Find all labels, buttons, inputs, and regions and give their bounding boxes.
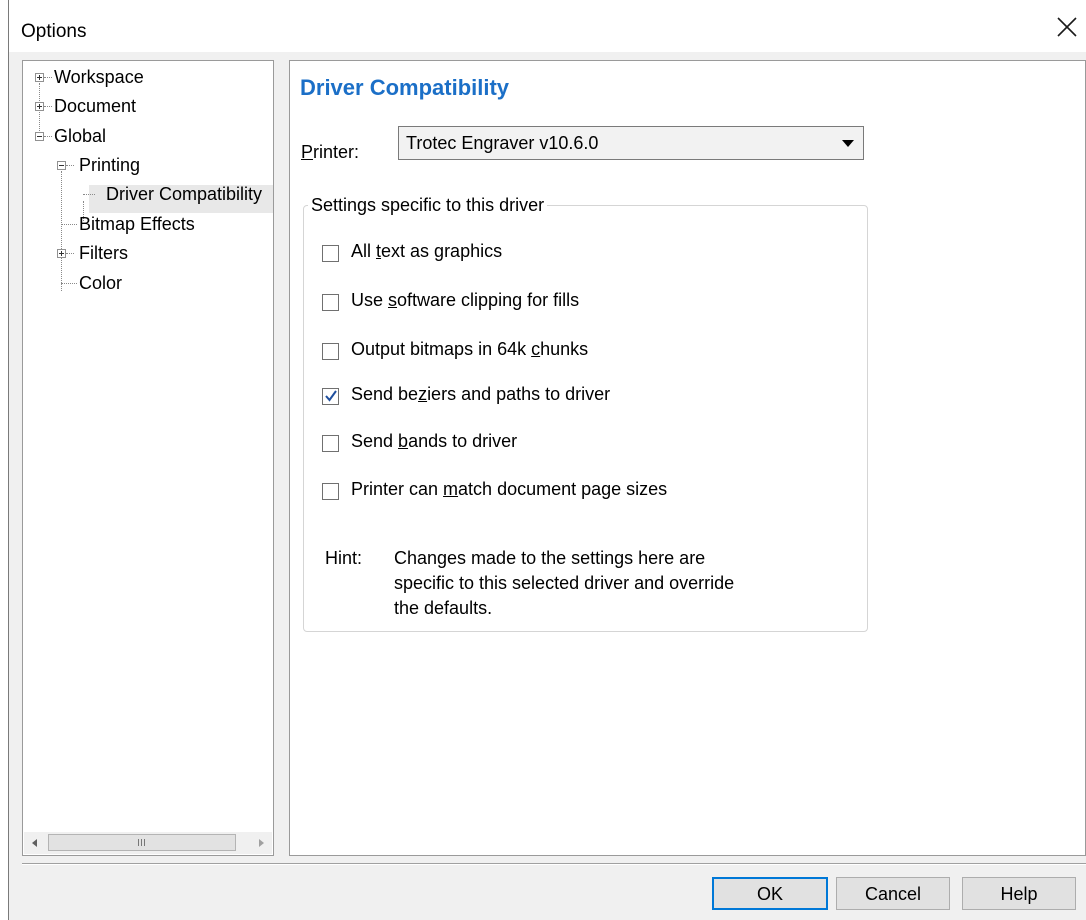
checkbox-label: Use software clipping for fills <box>351 290 580 310</box>
expand-filters-icon[interactable] <box>57 249 66 258</box>
checkbox-box[interactable] <box>322 343 339 360</box>
scroll-left-icon[interactable] <box>24 832 46 854</box>
window-title: Options <box>21 21 87 42</box>
help-button[interactable]: Help <box>962 877 1076 910</box>
checkbox-label: All text as graphics <box>351 241 503 261</box>
checkbox-label: Send bands to driver <box>351 431 518 451</box>
tree-item-workspace[interactable]: Workspace <box>54 66 144 88</box>
checkmark-icon <box>325 390 337 402</box>
checkbox-box[interactable] <box>322 388 339 405</box>
checkbox-box[interactable] <box>322 245 339 262</box>
settings-panel: Driver Compatibility Printer: Trotec Eng… <box>289 60 1086 856</box>
collapse-printing-icon[interactable] <box>57 161 66 170</box>
checkbox-box[interactable] <box>322 435 339 452</box>
hint-text-line: specific to this selected driver and ove… <box>394 573 735 593</box>
expand-workspace-icon[interactable] <box>35 73 44 82</box>
checkbox-label: Output bitmaps in 64k chunks <box>351 339 589 359</box>
checkbox-label: Printer can match document page sizes <box>351 479 668 499</box>
collapse-global-icon[interactable] <box>35 132 44 141</box>
hint-text-line: Changes made to the settings here are <box>394 548 706 568</box>
tree-item-color[interactable]: Color <box>79 272 122 294</box>
title-bar: Options <box>9 8 1086 52</box>
cancel-button[interactable]: Cancel <box>836 877 950 910</box>
tree-item-filters[interactable]: Filters <box>79 242 128 264</box>
options-dialog: Options Workspace Document Global Printi… <box>9 8 1086 920</box>
page-title: Driver Compatibility <box>300 75 510 100</box>
options-tree[interactable]: Workspace Document Global Printing Drive… <box>22 60 274 856</box>
checkbox-label: Send beziers and paths to driver <box>351 384 611 404</box>
checkbox-box[interactable] <box>322 294 339 311</box>
scroll-thumb[interactable] <box>48 834 236 851</box>
printer-select[interactable]: Trotec Engraver v10.6.0 <box>398 126 864 160</box>
hint-text-line: the defaults. <box>394 598 493 618</box>
tree-item-driver-compatibility[interactable]: Driver Compatibility <box>106 183 262 205</box>
printer-label: Printer: <box>301 142 360 162</box>
tree-item-global[interactable]: Global <box>54 125 106 147</box>
close-icon[interactable] <box>1054 14 1080 40</box>
printer-select-value: Trotec Engraver v10.6.0 <box>406 133 599 153</box>
expand-document-icon[interactable] <box>35 102 44 111</box>
tree-horizontal-scrollbar[interactable] <box>24 832 272 854</box>
tree-item-document[interactable]: Document <box>54 95 136 117</box>
group-title: Settings specific to this driver <box>308 195 548 216</box>
tree-item-printing[interactable]: Printing <box>79 154 140 176</box>
chevron-down-icon <box>842 140 854 147</box>
tree-item-bitmap-effects[interactable]: Bitmap Effects <box>79 213 195 235</box>
scroll-right-icon[interactable] <box>250 832 272 854</box>
hint-label: Hint: <box>325 548 363 568</box>
checkbox-box[interactable] <box>322 483 339 500</box>
ok-button[interactable]: OK <box>712 877 828 910</box>
